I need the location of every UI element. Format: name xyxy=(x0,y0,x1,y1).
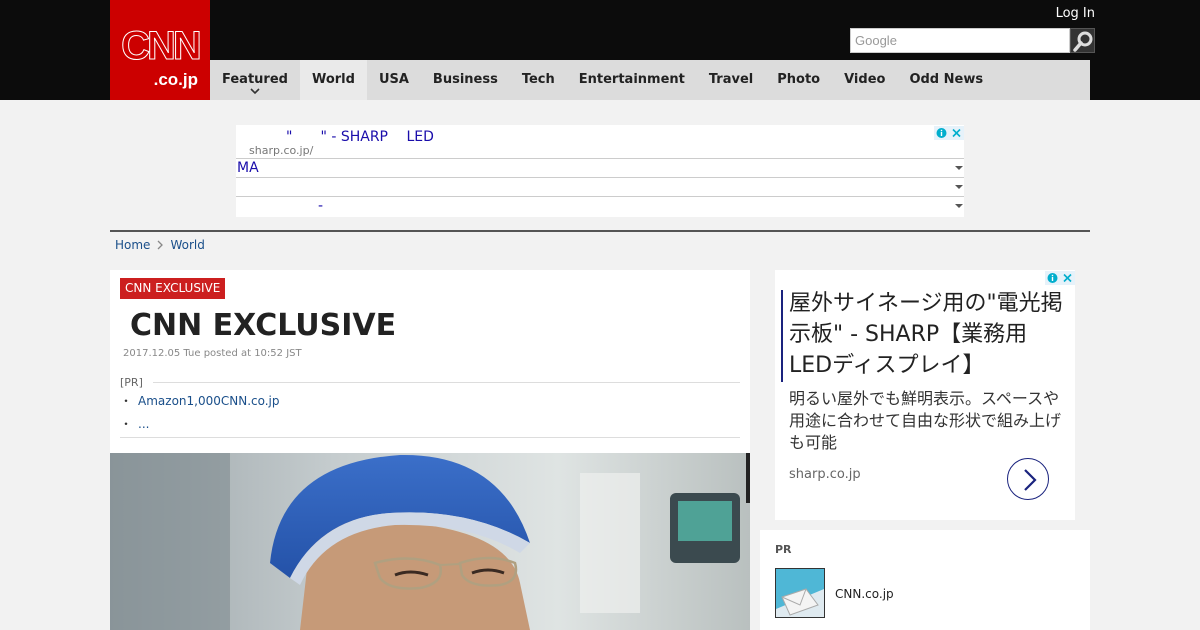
nav-world[interactable]: World xyxy=(299,60,367,100)
section-divider xyxy=(110,230,1090,232)
pr-label: [PR] xyxy=(120,376,153,389)
pr-label: PR xyxy=(775,543,792,556)
nav-label: World xyxy=(311,72,355,87)
bullet: ・ xyxy=(120,394,133,408)
top-ad[interactable]: " " - SHARP LED sharp.co.jp/ MA - xyxy=(236,125,964,217)
ad-title[interactable]: " " - SHARP LED xyxy=(286,126,434,146)
article: CNN EXCLUSIVE CNN EXCLUSIVE 2017.12.05 T… xyxy=(110,270,750,630)
nav-label: Entertainment xyxy=(578,72,685,87)
ad-row[interactable] xyxy=(236,177,964,196)
info-icon[interactable] xyxy=(1045,270,1060,285)
caret-down-icon xyxy=(955,166,963,170)
chevron-right-icon xyxy=(157,240,164,250)
article-dateline: 2017.12.05 Tue posted at 10:52 JST xyxy=(123,348,302,359)
nav-travel[interactable]: Travel xyxy=(697,60,765,100)
ad-row-text: MA xyxy=(237,160,259,176)
pr-links-box: [PR] ・ Amazon1,000CNN.co.jp ・... xyxy=(120,376,740,438)
ad-title[interactable]: 屋外サイネージ用の"電光掲示板" - SHARP【業務用LEDディスプレイ】 xyxy=(789,288,1069,381)
breadcrumb-world[interactable]: World xyxy=(170,238,204,252)
ad-url: sharp.co.jp xyxy=(789,467,861,482)
chevron-down-icon xyxy=(250,88,260,95)
search-button[interactable] xyxy=(1070,28,1095,53)
logo-domain: .co.jp xyxy=(153,70,198,89)
login-link[interactable]: Log In xyxy=(1056,6,1095,21)
search-input[interactable] xyxy=(850,28,1070,53)
ad-accent-bar xyxy=(781,290,783,382)
nav-label: Odd News xyxy=(909,72,984,87)
pr-link-text[interactable]: CNN.co.jp xyxy=(835,587,894,601)
nav-label: Travel xyxy=(708,72,754,87)
pr-sidebar-box: PR CNN.co.jp xyxy=(760,530,1090,630)
ad-open-button[interactable] xyxy=(1007,458,1049,500)
caret-down-icon xyxy=(955,204,963,208)
nav-label: USA xyxy=(378,72,409,87)
bullet: ・ xyxy=(120,417,133,431)
pr-link[interactable]: ・ Amazon1,000CNN.co.jp xyxy=(120,392,280,409)
article-headline: CNN EXCLUSIVE xyxy=(130,308,397,343)
close-icon[interactable] xyxy=(949,125,964,140)
nav-business[interactable]: Business xyxy=(421,60,510,100)
pr-divider xyxy=(120,382,740,383)
article-photo xyxy=(110,453,750,630)
pr-link[interactable]: ・... xyxy=(120,415,149,432)
logo-text: CNN xyxy=(121,24,203,69)
nav-tech[interactable]: Tech xyxy=(510,60,567,100)
breadcrumb: Home World xyxy=(115,238,205,252)
ad-row-text: - xyxy=(318,198,324,214)
envelope-icon xyxy=(776,569,824,617)
breadcrumb-home[interactable]: Home xyxy=(115,238,150,252)
nav-photo[interactable]: Photo xyxy=(765,60,832,100)
ad-row[interactable]: MA xyxy=(236,158,964,177)
adchoices[interactable] xyxy=(934,125,964,140)
nav-featured[interactable]: Featured xyxy=(210,60,300,100)
pr-link-text[interactable]: Amazon1,000CNN.co.jp xyxy=(138,394,280,408)
info-icon[interactable] xyxy=(934,125,949,140)
close-icon[interactable] xyxy=(1060,270,1075,285)
chevron-right-icon xyxy=(1024,469,1037,491)
pr-thumbnail[interactable] xyxy=(775,568,825,618)
pr-link-text[interactable]: ... xyxy=(138,417,149,431)
nav-label: Video xyxy=(844,72,886,87)
nav-video[interactable]: Video xyxy=(832,60,897,100)
main-nav: Featured World USA Business Tech Enterta… xyxy=(210,60,1090,100)
nav-usa[interactable]: USA xyxy=(367,60,421,100)
nav-label: Featured xyxy=(222,72,288,87)
adchoices[interactable] xyxy=(1045,270,1075,285)
nav-label: Photo xyxy=(777,72,821,87)
nav-label: Tech xyxy=(521,72,555,87)
cnn-logo[interactable]: CNN .co.jp xyxy=(110,0,210,100)
ad-url: sharp.co.jp/ xyxy=(249,144,314,157)
ad-description: 明るい屋外でも鮮明表示。スペースや用途に合わせて自由な形状で組み上げも可能 xyxy=(789,389,1062,452)
nav-odd-news[interactable]: Odd News xyxy=(897,60,995,100)
sidebar-ad[interactable]: 屋外サイネージ用の"電光掲示板" - SHARP【業務用LEDディスプレイ】 明… xyxy=(775,270,1075,520)
nav-entertainment[interactable]: Entertainment xyxy=(567,60,697,100)
ad-row[interactable]: - xyxy=(236,196,964,215)
nav-label: Business xyxy=(432,72,498,87)
search-icon xyxy=(1073,31,1093,52)
pr-divider xyxy=(120,437,740,438)
caret-down-icon xyxy=(955,185,963,189)
category-badge[interactable]: CNN EXCLUSIVE xyxy=(120,278,226,299)
